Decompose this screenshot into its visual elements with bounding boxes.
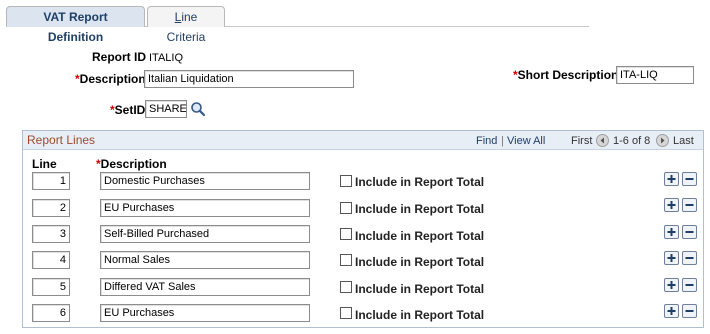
short-description-label: *Short Description: [513, 68, 618, 82]
include-total-label: Include in Report Total: [355, 255, 485, 269]
description-label: *Description: [75, 72, 146, 86]
minus-icon[interactable]: [682, 198, 697, 212]
description-label-text: Description: [79, 72, 146, 86]
column-header-description: *Description: [96, 157, 167, 171]
column-header-description-text: Description: [100, 157, 167, 171]
tab-label: ine Criteria: [166, 10, 206, 44]
first-label: First: [571, 135, 593, 147]
include-total-label: Include in Report Total: [355, 308, 485, 322]
short-description-field[interactable]: ITA-LIQ: [616, 66, 694, 84]
report-id-value: ITALIQ: [149, 52, 184, 64]
line-number-field[interactable]: 6: [32, 304, 70, 322]
line-number-field[interactable]: 1: [32, 172, 70, 190]
arrow-left-icon[interactable]: [596, 134, 609, 147]
plus-icon[interactable]: [664, 172, 679, 186]
include-total-label: Include in Report Total: [355, 175, 485, 189]
line-description-field[interactable]: Normal Sales: [100, 251, 310, 269]
line-description-field[interactable]: Domestic Purchases: [100, 172, 310, 190]
short-description-label-text: Short Description: [517, 68, 619, 82]
line-number-field[interactable]: 3: [32, 225, 70, 243]
arrow-right-icon[interactable]: [656, 134, 669, 147]
last-label: Last: [673, 135, 694, 147]
setid-label-text: SetID: [114, 103, 146, 117]
include-total-checkbox[interactable]: [340, 281, 352, 293]
line-description-field[interactable]: EU Purchases: [100, 304, 310, 322]
tab-label: VAT Report Definition: [43, 10, 108, 44]
setid-label: *SetID: [110, 103, 145, 117]
report-id-label: Report ID: [92, 50, 146, 64]
include-total-checkbox[interactable]: [340, 175, 352, 187]
tab-vat-report-definition[interactable]: VAT Report Definition: [6, 6, 145, 44]
plus-icon[interactable]: [664, 198, 679, 212]
include-total-label: Include in Report Total: [355, 202, 485, 216]
magnifier-icon[interactable]: [190, 101, 206, 117]
include-total-label: Include in Report Total: [355, 282, 485, 296]
include-total-checkbox[interactable]: [340, 307, 352, 319]
minus-icon[interactable]: [682, 225, 697, 239]
include-total-checkbox[interactable]: [340, 254, 352, 266]
minus-icon[interactable]: [682, 251, 697, 265]
description-field[interactable]: Italian Liquidation: [144, 70, 354, 88]
line-description-field[interactable]: Self-Billed Purchased: [100, 225, 310, 243]
plus-icon[interactable]: [664, 225, 679, 239]
plus-icon[interactable]: [664, 251, 679, 265]
grid-title: Report Lines: [27, 133, 96, 147]
minus-icon[interactable]: [682, 278, 697, 292]
column-header-line: Line: [32, 157, 57, 171]
include-total-label: Include in Report Total: [355, 229, 485, 243]
line-description-field[interactable]: EU Purchases: [100, 199, 310, 217]
nav-separator: |: [501, 135, 504, 147]
include-total-checkbox[interactable]: [340, 228, 352, 240]
find-link[interactable]: Find: [476, 135, 497, 147]
minus-icon[interactable]: [682, 172, 697, 186]
line-description-field[interactable]: Differed VAT Sales: [100, 278, 310, 296]
page-range: 1-6 of 8: [613, 135, 651, 147]
include-total-checkbox[interactable]: [340, 202, 352, 214]
line-number-field[interactable]: 5: [32, 278, 70, 296]
view-all-link[interactable]: View All: [507, 135, 545, 147]
tab-line-criteria[interactable]: Line Criteria: [147, 6, 225, 44]
line-number-field[interactable]: 4: [32, 251, 70, 269]
setid-field[interactable]: SHARE: [145, 100, 187, 118]
plus-icon[interactable]: [664, 278, 679, 292]
line-number-field[interactable]: 2: [32, 199, 70, 217]
plus-icon[interactable]: [664, 304, 679, 318]
minus-icon[interactable]: [682, 304, 697, 318]
